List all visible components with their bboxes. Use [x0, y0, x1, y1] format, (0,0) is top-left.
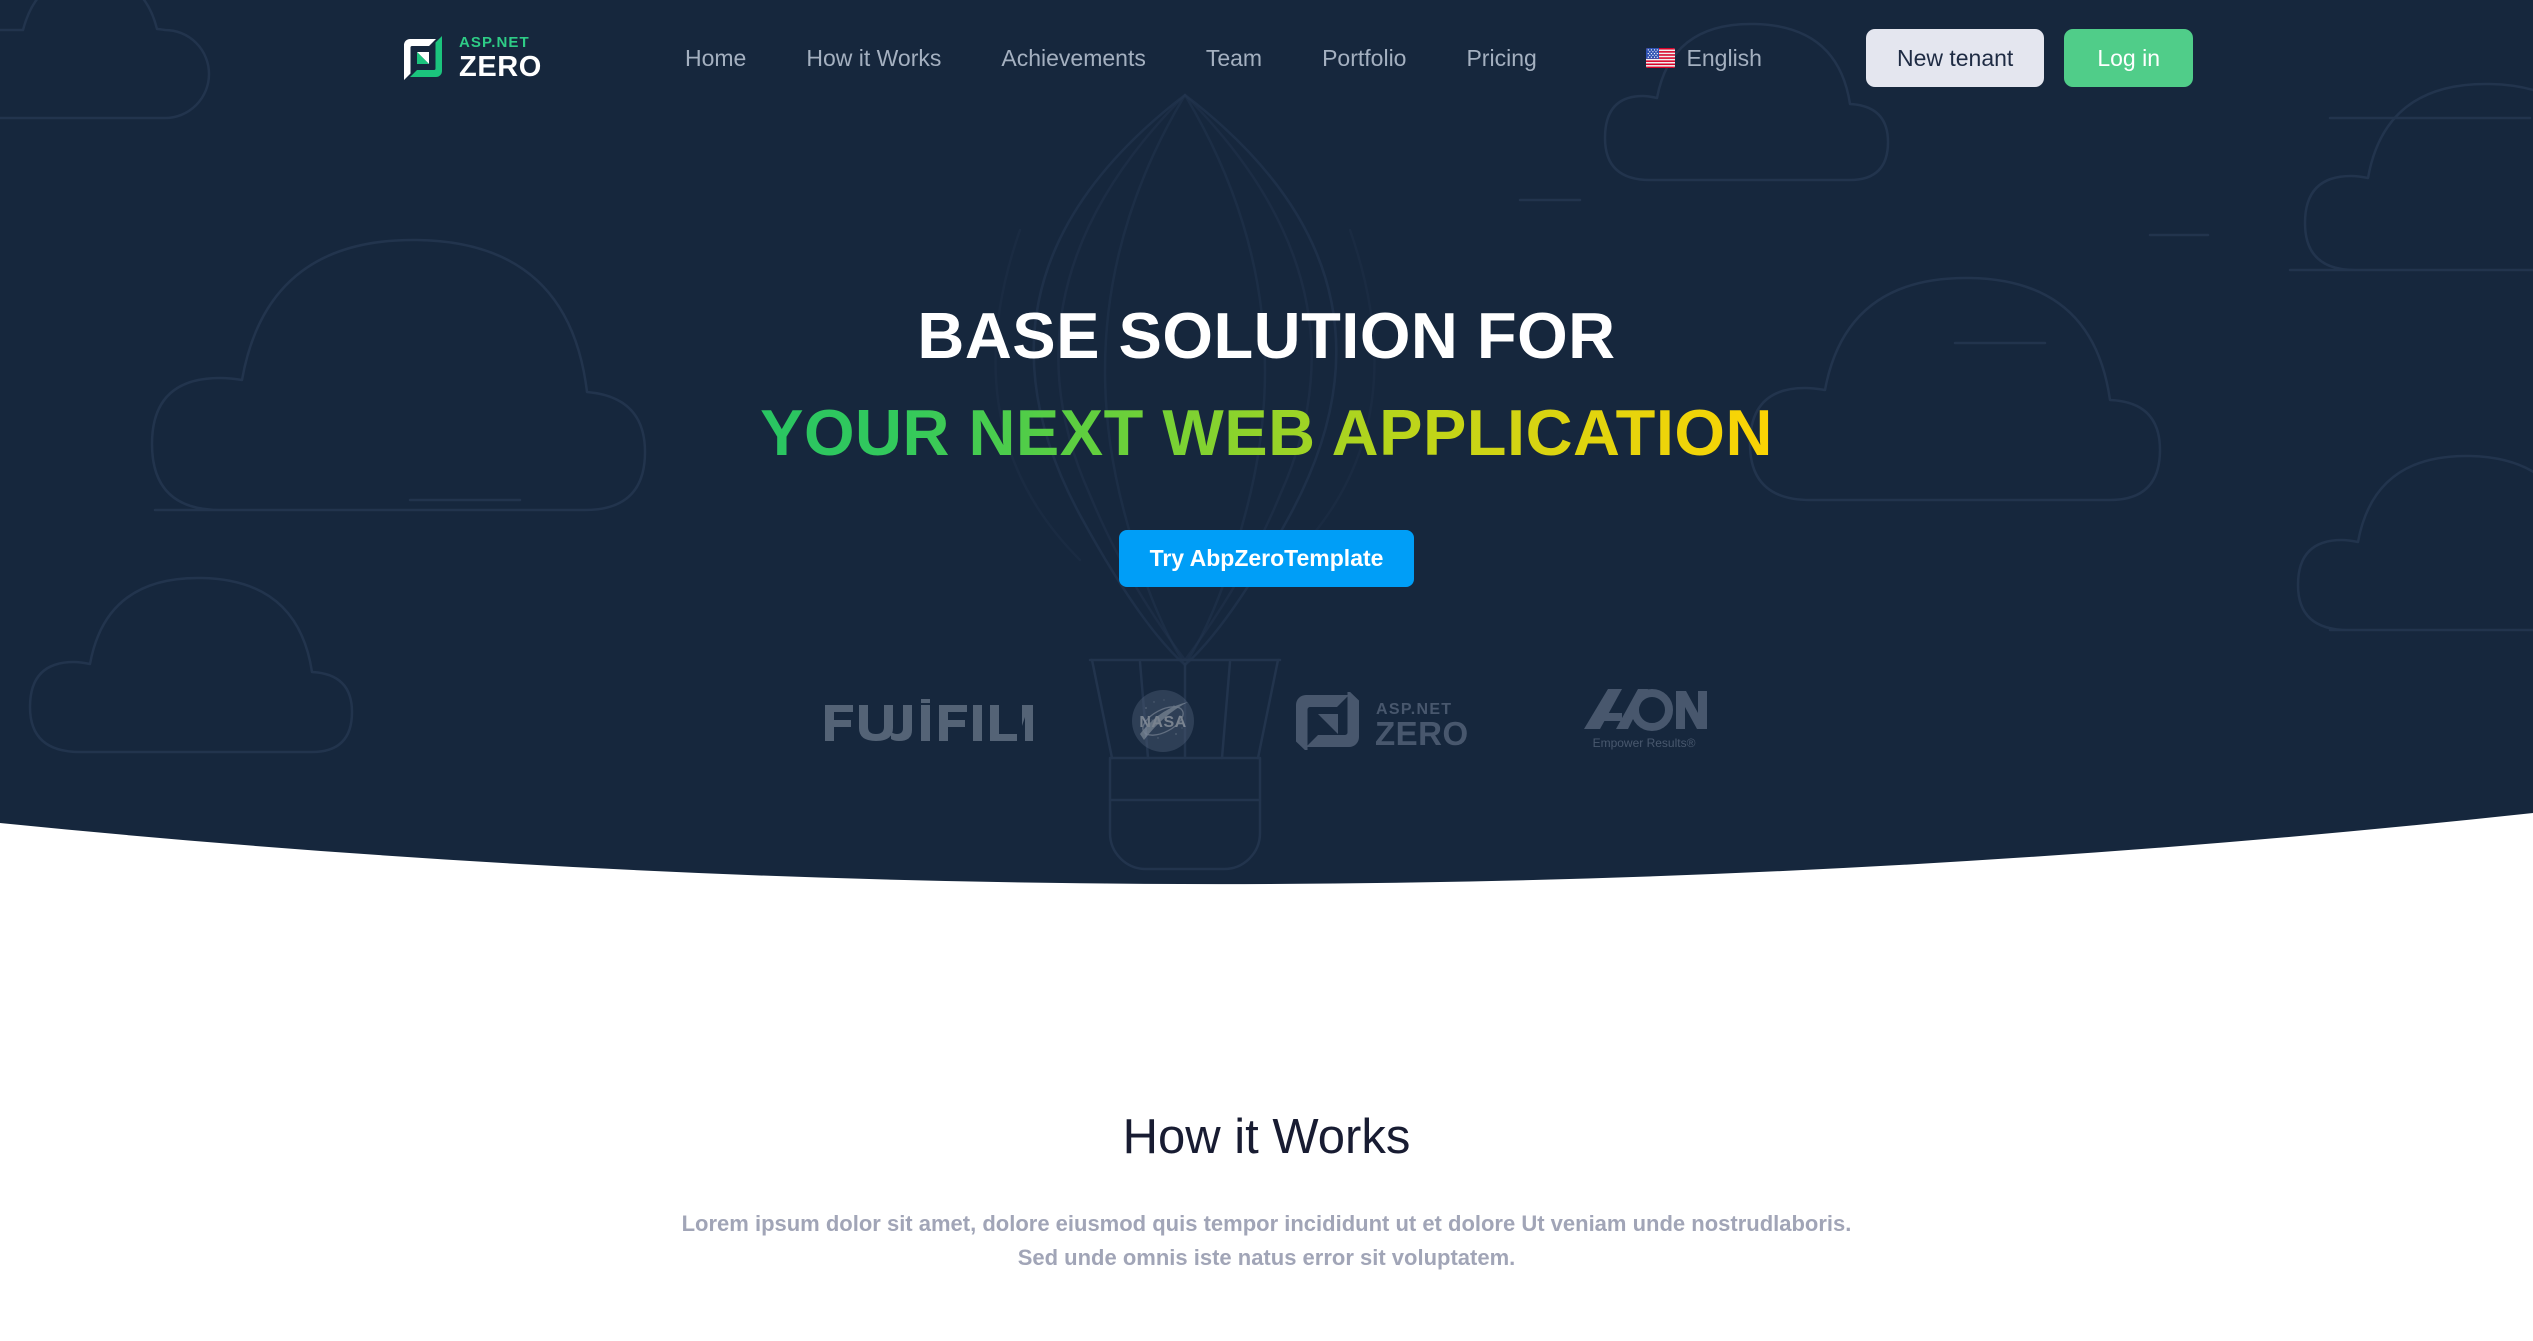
nav-link-how-it-works[interactable]: How it Works [776, 45, 971, 72]
hero-cta-wrapper: Try AbpZeroTemplate [0, 529, 2533, 587]
brand-logo-link[interactable]: ASP.NET ZERO [400, 35, 542, 82]
new-tenant-button[interactable]: New tenant [1865, 29, 2045, 87]
nasa-logo: NASA [1132, 689, 1194, 752]
try-template-button[interactable]: Try AbpZeroTemplate [1118, 529, 1415, 587]
svg-text:Empower Results®: Empower Results® [1593, 736, 1696, 750]
svg-text:ZERO: ZERO [1375, 715, 1469, 750]
brand-bottom-text: ZERO [459, 50, 542, 83]
how-it-works-section: How it Works Lorem ipsum dolor sit amet,… [0, 925, 2533, 1275]
svg-text:NASA: NASA [1139, 714, 1186, 731]
aspnet-zero-logo: ASP.NET ZERO [1296, 691, 1469, 750]
language-label: English [1686, 44, 1762, 71]
hero-content: BASE SOLUTION FOR YOUR NEXT WEB APPLICAT… [0, 116, 2533, 587]
how-it-works-subtitle-line-1: Lorem ipsum dolor sit amet, dolore eiusm… [681, 1210, 1852, 1236]
aon-logo: Empower Results® [1584, 688, 1707, 750]
nav-item-pricing: Pricing [1436, 45, 1566, 72]
nav-item-home: Home [655, 45, 776, 72]
client-logo-strip: NASA ASP.NET ZERO Empower Results® [0, 688, 2533, 754]
hero-section: ASP.NET ZERO Home How it Works Achieveme… [0, 0, 2533, 925]
login-button[interactable]: Log in [2064, 29, 2193, 87]
fujifilm-logo [825, 698, 1033, 741]
nav-link-list: Home How it Works Achievements Team Port… [655, 45, 1567, 72]
nav-link-pricing[interactable]: Pricing [1436, 45, 1566, 72]
us-flag-icon [1645, 48, 1675, 68]
brand-wordmark: ASP.NET ZERO [459, 35, 542, 82]
how-it-works-subtitle: Lorem ipsum dolor sit amet, dolore eiusm… [577, 1207, 1957, 1275]
main-navbar: ASP.NET ZERO Home How it Works Achieveme… [0, 0, 2533, 116]
hero-title-line-2: YOUR NEXT WEB APPLICATION [760, 395, 1773, 469]
nav-item-portfolio: Portfolio [1292, 45, 1436, 72]
nav-item-how-it-works: How it Works [776, 45, 971, 72]
nav-link-team[interactable]: Team [1176, 45, 1292, 72]
nav-link-home[interactable]: Home [655, 45, 776, 72]
hero-bottom-curve [0, 813, 2533, 925]
hero-title-line-1: BASE SOLUTION FOR [917, 299, 1616, 372]
nav-link-achievements[interactable]: Achievements [971, 45, 1175, 72]
navbar-actions: English New tenant Log in [1645, 29, 2193, 87]
language-switcher[interactable]: English [1645, 44, 1762, 72]
nav-link-portfolio[interactable]: Portfolio [1292, 45, 1436, 72]
nav-item-achievements: Achievements [971, 45, 1175, 72]
nav-item-team: Team [1176, 45, 1292, 72]
aspnet-zero-logo-icon [404, 36, 442, 80]
hero-title-line-2-wrapper: YOUR NEXT WEB APPLICATION [0, 373, 2533, 470]
brand-top-text: ASP.NET [459, 33, 530, 51]
how-it-works-title: How it Works [1122, 1110, 1411, 1164]
how-it-works-subtitle-line-2: Sed unde omnis iste natus error sit volu… [1017, 1244, 1516, 1270]
